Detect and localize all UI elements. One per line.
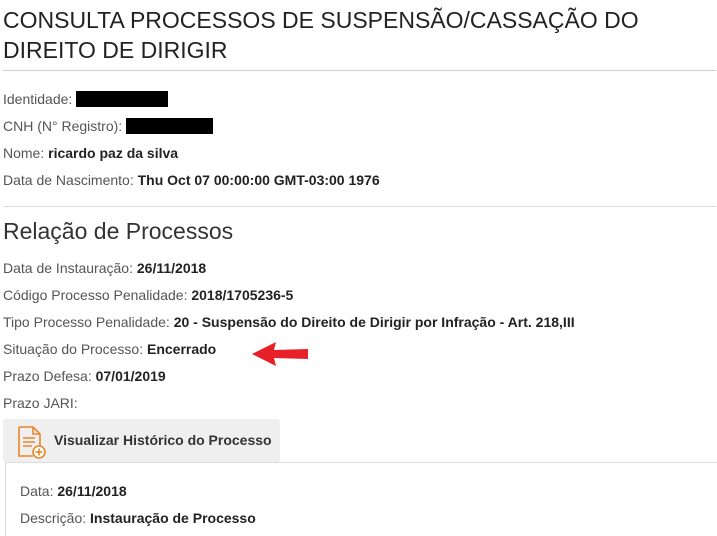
prazo-jari-row: Prazo JARI: xyxy=(3,394,78,412)
data-instauracao-value: 26/11/2018 xyxy=(136,260,207,276)
nascimento-value: Thu Oct 07 00:00:00 GMT-03:00 1976 xyxy=(137,172,380,188)
nome-row: Nome: ricardo paz da silva xyxy=(3,144,178,162)
prazo-defesa-value: 07/01/2019 xyxy=(95,368,166,384)
historico-data-label: Data: xyxy=(20,483,54,499)
identidade-row: Identidade: xyxy=(3,90,169,108)
section-title: Relação de Processos xyxy=(3,218,234,244)
historico-descricao-row: Descrição: Instauração de Processo xyxy=(20,509,256,527)
nome-label: Nome: xyxy=(3,145,45,161)
situacao-value: Encerrado xyxy=(146,341,217,357)
cnh-redacted xyxy=(126,118,214,134)
prazo-jari-label: Prazo JARI: xyxy=(3,395,78,411)
nascimento-label: Data de Nascimento: xyxy=(3,172,134,188)
document-add-icon xyxy=(18,426,46,459)
red-arrow-icon xyxy=(252,342,308,366)
data-instauracao-label: Data de Instauração: xyxy=(3,260,133,276)
section-divider xyxy=(3,206,716,207)
identidade-redacted xyxy=(76,91,169,107)
nome-value: ricardo paz da silva xyxy=(48,145,179,161)
historico-descricao-value: Instauração de Processo xyxy=(90,510,256,526)
historico-data-row: Data: 26/11/2018 xyxy=(20,482,127,500)
tipo-row: Tipo Processo Penalidade: 20 - Suspensão… xyxy=(3,313,575,331)
situacao-row: Situação do Processo: Encerrado xyxy=(3,340,216,358)
historico-panel: Data: 26/11/2018 Descrição: Instauração … xyxy=(5,462,717,536)
visualizar-historico-button[interactable]: Visualizar Histórico do Processo xyxy=(3,419,280,462)
historico-data-value: 26/11/2018 xyxy=(57,483,127,499)
tipo-label: Tipo Processo Penalidade: xyxy=(3,314,170,330)
codigo-row: Código Processo Penalidade: 2018/1705236… xyxy=(3,286,293,304)
codigo-label: Código Processo Penalidade: xyxy=(3,287,188,303)
data-instauracao-row: Data de Instauração: 26/11/2018 xyxy=(3,259,206,277)
page-title: CONSULTA PROCESSOS DE SUSPENSÃO/CASSAÇÃO… xyxy=(3,7,639,63)
prazo-defesa-row: Prazo Defesa: 07/01/2019 xyxy=(3,367,166,385)
nascimento-row: Data de Nascimento: Thu Oct 07 00:00:00 … xyxy=(3,171,380,189)
title-divider xyxy=(3,70,716,71)
visualizar-historico-label: Visualizar Histórico do Processo xyxy=(54,432,272,448)
situacao-label: Situação do Processo: xyxy=(3,341,144,357)
codigo-value: 2018/1705236-5 xyxy=(191,287,294,303)
cnh-row: CNH (N° Registro): xyxy=(3,117,214,135)
historico-descricao-label: Descrição: xyxy=(20,510,87,526)
identidade-label: Identidade: xyxy=(3,91,73,107)
prazo-defesa-label: Prazo Defesa: xyxy=(3,368,92,384)
tipo-value: 20 - Suspensão do Direito de Dirigir por… xyxy=(173,314,575,330)
cnh-label: CNH (N° Registro): xyxy=(3,118,123,134)
